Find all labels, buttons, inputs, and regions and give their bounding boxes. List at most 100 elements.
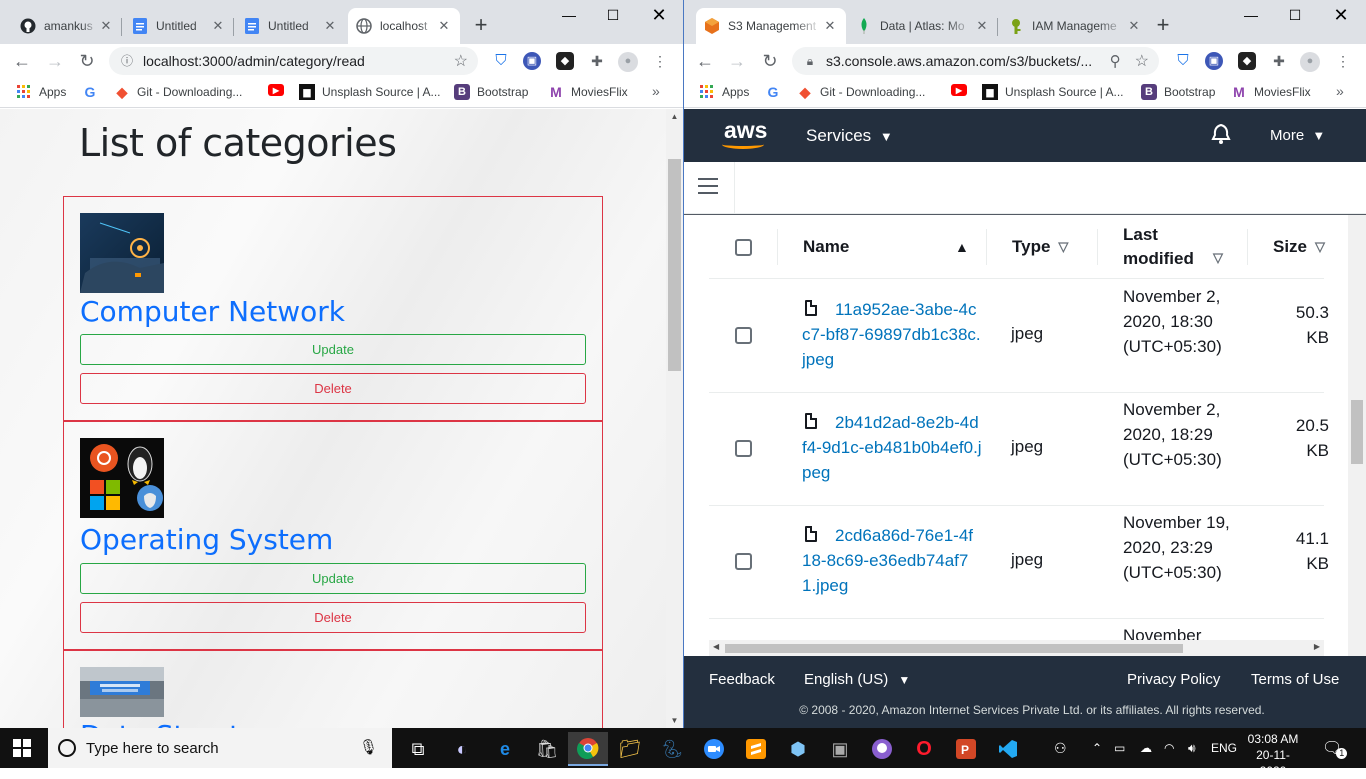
close-icon[interactable]: ✕ xyxy=(822,18,838,34)
bookmark-bootstrap[interactable]: B Bootstrap xyxy=(454,84,528,100)
horizontal-scrollbar[interactable]: ◀ ▶ xyxy=(709,640,1324,656)
chevron-up-icon[interactable]: ⌃ xyxy=(1092,728,1102,768)
minimize-icon[interactable]: — xyxy=(1228,4,1274,26)
bookmark-apps[interactable]: Apps xyxy=(16,84,66,100)
column-last-modified[interactable]: Last modified ▽ xyxy=(1123,215,1233,279)
vpn-shield-icon[interactable]: ⛉ xyxy=(1174,52,1192,70)
language-selector[interactable]: English (US) ▼ xyxy=(804,671,910,688)
bookmark-star-icon[interactable]: ☆ xyxy=(1135,51,1149,71)
lock-icon[interactable]: 🔒︎ xyxy=(802,53,818,69)
puzzle-icon[interactable]: ✚ xyxy=(588,52,606,70)
eclipse-icon[interactable]: ◐ xyxy=(442,732,482,766)
virtualbox-icon[interactable]: ⬢ xyxy=(778,732,818,766)
object-name-link[interactable]: 2cd6a86d-76e1-4f18-8c69-e36edb74af71.jpe… xyxy=(802,523,982,598)
bookmark-apps[interactable]: Apps xyxy=(699,84,749,100)
onedrive-cloud-icon[interactable]: ☁ xyxy=(1140,728,1152,768)
close-icon[interactable]: ✕ xyxy=(98,18,114,34)
update-button[interactable]: Update xyxy=(80,334,586,365)
address-bar[interactable]: ⓘ localhost:3000/admin/category/read ☆ xyxy=(109,47,478,75)
tab-localhost[interactable]: localhost ✕ xyxy=(348,8,460,44)
new-tab-button[interactable]: + xyxy=(1149,12,1177,40)
menu-dots-icon[interactable]: ⋮ xyxy=(1334,52,1352,70)
extension-icon[interactable]: ▣ xyxy=(1205,52,1223,70)
scroll-down-icon[interactable]: ▼ xyxy=(666,716,683,725)
scrollbar-thumb[interactable] xyxy=(1351,400,1363,464)
bookmark-moviesflix[interactable]: M MoviesFlix xyxy=(1231,84,1311,100)
microphone-icon[interactable]: 🎙︎ xyxy=(359,738,378,756)
scrollbar-thumb[interactable] xyxy=(668,159,681,371)
object-name-link[interactable]: 2b41d2ad-8e2b-4df4-9d1c-eb481b0b4ef0.jpe… xyxy=(802,410,982,485)
scroll-up-icon[interactable]: ▲ xyxy=(666,112,683,121)
bookmark-bootstrap[interactable]: B Bootstrap xyxy=(1141,84,1215,100)
battery-icon[interactable]: ▭ xyxy=(1114,728,1125,768)
bookmark-youtube[interactable]: ▶ xyxy=(951,84,974,96)
update-button[interactable]: Update xyxy=(80,563,586,594)
tab-s3-management[interactable]: S3 Management ✕ xyxy=(696,8,846,44)
close-icon[interactable]: ✕ xyxy=(210,18,226,34)
language-indicator[interactable]: ENG xyxy=(1211,728,1237,768)
category-name[interactable]: Computer Network xyxy=(80,295,345,328)
forward-arrow-icon[interactable]: → xyxy=(725,49,749,73)
store-icon[interactable]: 🛍︎ xyxy=(527,732,567,766)
taskbar-search-box[interactable]: Type here to search 🎙︎ xyxy=(48,728,392,768)
powerpoint-icon[interactable]: P xyxy=(946,732,986,766)
close-icon[interactable]: ✕ xyxy=(1126,18,1142,34)
scroll-left-icon[interactable]: ◀ xyxy=(713,642,719,651)
windows-start-icon[interactable] xyxy=(13,739,31,762)
more-menu[interactable]: More ▼ xyxy=(1270,127,1325,144)
avatar[interactable]: ● xyxy=(618,52,638,72)
bookmark-star-icon[interactable]: ☆ xyxy=(454,51,468,71)
cube-extension-icon[interactable]: ◆ xyxy=(556,52,574,70)
bookmark-moviesflix[interactable]: M MoviesFlix xyxy=(548,84,628,100)
maximize-icon[interactable]: ☐ xyxy=(590,4,636,26)
close-icon[interactable]: ✕ xyxy=(974,18,990,34)
vscode-icon[interactable] xyxy=(988,732,1028,766)
vertical-scrollbar[interactable] xyxy=(1348,215,1366,656)
reload-icon[interactable]: ↻ xyxy=(75,49,99,73)
feedback-link[interactable]: Feedback xyxy=(709,671,775,688)
tab-github[interactable]: amankus ✕ xyxy=(12,8,122,44)
row-checkbox[interactable] xyxy=(735,553,752,570)
sublime-text-icon[interactable] xyxy=(736,732,776,766)
cube-extension-icon[interactable]: ◆ xyxy=(1238,52,1256,70)
python-icon[interactable]: 🐍︎ xyxy=(652,732,692,766)
chevron-double-right-icon[interactable]: » xyxy=(652,83,660,99)
delete-button[interactable]: Delete xyxy=(80,602,586,633)
system-clock[interactable]: 03:08 AM 20-11-2020 xyxy=(1243,731,1303,779)
task-view-icon[interactable]: ⧉ xyxy=(398,732,438,766)
tab-atlas[interactable]: Data | Atlas: Mo ✕ xyxy=(848,8,998,44)
bookmark-git[interactable]: ◆ Git - Downloading... xyxy=(114,84,243,100)
back-arrow-icon[interactable]: ← xyxy=(10,49,34,73)
category-name[interactable]: Operating System xyxy=(80,523,333,556)
maximize-icon[interactable]: ☐ xyxy=(1272,4,1318,26)
column-name[interactable]: Name ▲ xyxy=(803,215,969,279)
edge-icon[interactable]: e xyxy=(485,732,525,766)
services-menu[interactable]: Services ▼ xyxy=(806,126,893,146)
close-icon[interactable]: ✕ xyxy=(436,18,452,34)
opera-icon[interactable]: O xyxy=(904,732,944,766)
close-icon[interactable]: ✕ xyxy=(322,18,338,34)
tab-untitled-1[interactable]: Untitled ✕ xyxy=(124,8,234,44)
zoom-icon[interactable]: ⚲ xyxy=(1110,52,1121,70)
hamburger-menu-icon[interactable] xyxy=(698,178,718,199)
notification-center[interactable]: 🗨︎ 1 xyxy=(1322,728,1348,768)
bookmark-git[interactable]: ◆ Git - Downloading... xyxy=(797,84,926,100)
row-checkbox[interactable] xyxy=(735,327,752,344)
new-tab-button[interactable]: + xyxy=(467,12,495,40)
page-scrollbar[interactable]: ▲ ▼ xyxy=(666,109,683,728)
address-bar[interactable]: 🔒︎ s3.console.aws.amazon.com/s3/buckets/… xyxy=(792,47,1159,75)
volume-icon[interactable]: 🔊︎ xyxy=(1188,728,1196,768)
bookmark-google[interactable]: G xyxy=(765,84,788,100)
bookmark-unsplash[interactable]: ▆ Unsplash Source | A... xyxy=(299,84,441,100)
bookmark-youtube[interactable]: ▶ xyxy=(268,84,291,96)
menu-dots-icon[interactable]: ⋮ xyxy=(651,52,669,70)
file-explorer-icon[interactable]: 📁︎ xyxy=(610,732,650,766)
privacy-policy-link[interactable]: Privacy Policy xyxy=(1127,671,1220,688)
vpn-shield-icon[interactable]: ⛉ xyxy=(492,52,510,70)
avatar[interactable]: ● xyxy=(1300,52,1320,72)
tab-iam[interactable]: IAM Manageme ✕ xyxy=(1000,8,1150,44)
extension-icon[interactable]: ▣ xyxy=(523,52,541,70)
puzzle-icon[interactable]: ✚ xyxy=(1270,52,1288,70)
back-arrow-icon[interactable]: ← xyxy=(693,49,717,73)
chevron-double-right-icon[interactable]: » xyxy=(1336,83,1344,99)
